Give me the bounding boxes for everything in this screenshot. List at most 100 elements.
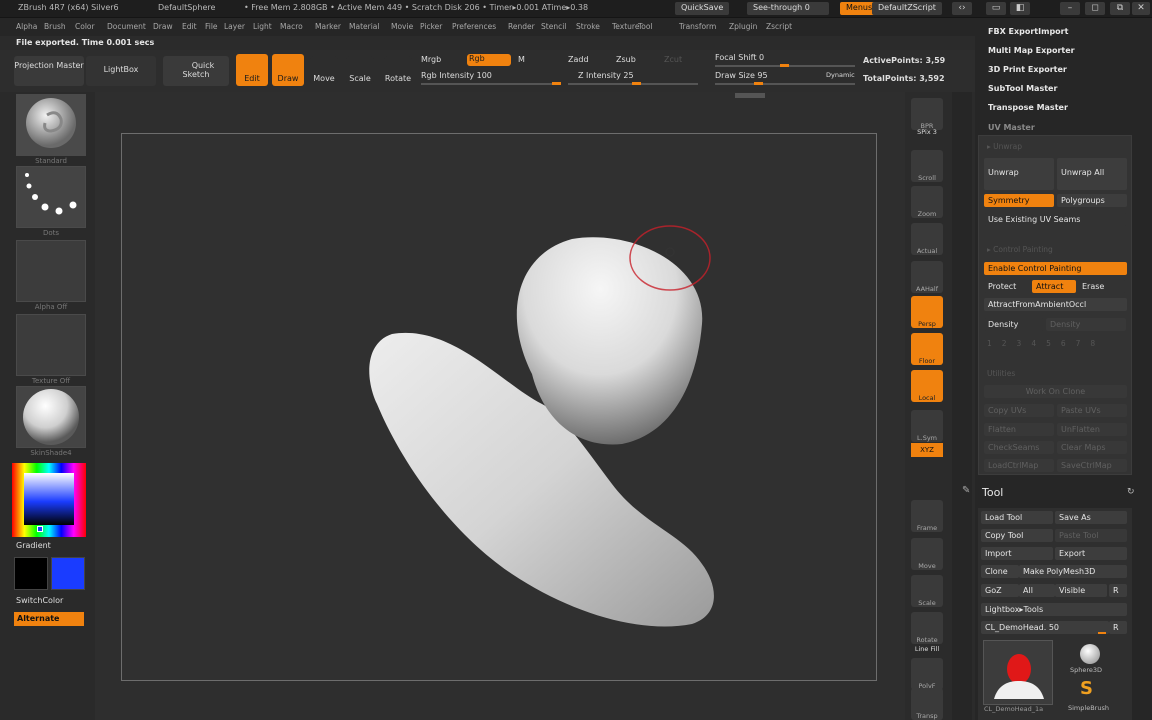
scale-button[interactable]: Scale bbox=[346, 56, 374, 84]
brush-thumbnail[interactable] bbox=[16, 94, 86, 156]
texture-thumbnail[interactable] bbox=[16, 314, 86, 376]
line-fill-toggle[interactable]: Line Fill bbox=[906, 645, 948, 653]
alpha-thumbnail[interactable] bbox=[16, 240, 86, 302]
attract-from-ao-button[interactable]: AttractFromAmbientOccl bbox=[984, 298, 1127, 311]
sphere3d-icon[interactable] bbox=[1080, 644, 1100, 664]
default-script-button[interactable]: DefaultZScript bbox=[872, 2, 942, 15]
menu-tool[interactable]: Tool bbox=[638, 22, 653, 31]
unflatten-button[interactable]: UnFlatten bbox=[1057, 423, 1127, 436]
menu-macro[interactable]: Macro bbox=[280, 22, 303, 31]
unwrap-button[interactable]: Unwrap bbox=[984, 158, 1054, 190]
restore-icon[interactable]: ◻ bbox=[1085, 2, 1105, 15]
draw-size-slider[interactable]: Draw Size 95 bbox=[715, 71, 768, 80]
paste-uvs-button[interactable]: Paste UVs bbox=[1057, 404, 1127, 417]
polygroups-toggle[interactable]: Polygroups bbox=[1057, 194, 1127, 207]
focal-shift-slider[interactable]: Focal Shift 0 bbox=[715, 53, 764, 62]
save-as-button[interactable]: Save As bbox=[1055, 511, 1127, 524]
quick-sketch-button[interactable]: Quick Sketch bbox=[163, 56, 229, 86]
see-through-slider[interactable]: See-through 0 bbox=[747, 2, 829, 15]
plugin-subtool-master[interactable]: SubTool Master bbox=[988, 84, 1057, 93]
switch-color-button[interactable]: SwitchColor bbox=[16, 596, 63, 605]
current-tool-r-button[interactable]: R bbox=[1109, 621, 1127, 634]
paste-tool-button[interactable]: Paste Tool bbox=[1055, 529, 1127, 542]
plugin-uv-master[interactable]: UV Master bbox=[988, 123, 1035, 132]
enable-control-painting-toggle[interactable]: Enable Control Painting bbox=[984, 262, 1127, 275]
menu-movie[interactable]: Movie bbox=[391, 22, 413, 31]
xyz-rotate-toggle[interactable]: XYZ bbox=[911, 443, 943, 457]
menu-light[interactable]: Light bbox=[253, 22, 272, 31]
zsub-toggle[interactable]: Zsub bbox=[616, 55, 636, 64]
attract-button[interactable]: Attract bbox=[1032, 280, 1076, 293]
check-seams-button[interactable]: CheckSeams bbox=[984, 441, 1054, 454]
tool-palette-title[interactable]: Tool bbox=[982, 486, 1003, 499]
unwrap-all-button[interactable]: Unwrap All bbox=[1057, 158, 1127, 190]
plugin-3d-print-exporter[interactable]: 3D Print Exporter bbox=[988, 65, 1067, 74]
minimize-icon[interactable]: – bbox=[1060, 2, 1080, 15]
dynamic-toggle[interactable]: Dynamic bbox=[826, 71, 855, 79]
color-saturation-square[interactable] bbox=[24, 473, 74, 525]
simplebrush-icon[interactable]: S bbox=[1080, 678, 1093, 699]
right-tray-divider[interactable] bbox=[952, 92, 972, 720]
menu-preferences[interactable]: Preferences bbox=[452, 22, 496, 31]
density-presets[interactable]: 12345678 bbox=[987, 339, 1105, 348]
menu-file[interactable]: File bbox=[205, 22, 218, 31]
zcut-toggle[interactable]: Zcut bbox=[664, 55, 682, 64]
m-toggle[interactable]: M bbox=[518, 55, 525, 64]
work-on-clone-button[interactable]: Work On Clone bbox=[984, 385, 1127, 398]
secondary-color-swatch[interactable] bbox=[51, 557, 85, 590]
export-button[interactable]: Export bbox=[1055, 547, 1127, 560]
lightbox-button[interactable]: LightBox bbox=[86, 56, 156, 86]
projection-master-button[interactable]: Projection Master bbox=[14, 56, 84, 86]
load-ctrl-map-button[interactable]: LoadCtrlMap bbox=[984, 459, 1054, 472]
menu-marker[interactable]: Marker bbox=[315, 22, 341, 31]
layout-icon[interactable]: ◧ bbox=[1010, 2, 1030, 15]
goz-visible-button[interactable]: Visible bbox=[1055, 584, 1107, 597]
document-canvas[interactable] bbox=[121, 133, 877, 681]
edit-button[interactable]: Edit bbox=[236, 54, 268, 86]
nav-arrows-icon[interactable]: ‹› bbox=[952, 2, 972, 15]
palette-toggle-icon[interactable]: ▭ bbox=[986, 2, 1006, 15]
menu-zscript[interactable]: Zscript bbox=[766, 22, 792, 31]
import-button[interactable]: Import bbox=[981, 547, 1053, 560]
primary-color-swatch[interactable] bbox=[14, 557, 48, 590]
demo-head-thumbnail[interactable] bbox=[983, 640, 1053, 705]
menu-picker[interactable]: Picker bbox=[420, 22, 442, 31]
use-existing-seams-toggle[interactable]: Use Existing UV Seams bbox=[984, 213, 1127, 226]
menu-brush[interactable]: Brush bbox=[44, 22, 66, 31]
canvas-scroll-handle[interactable] bbox=[735, 93, 765, 98]
copy-uvs-button[interactable]: Copy UVs bbox=[984, 404, 1054, 417]
refresh-icon[interactable]: ↻ bbox=[1127, 487, 1135, 497]
spix-slider[interactable]: SPix 3 bbox=[906, 128, 948, 136]
stroke-thumbnail[interactable] bbox=[16, 166, 86, 228]
menu-draw[interactable]: Draw bbox=[153, 22, 173, 31]
plugin-transpose-master[interactable]: Transpose Master bbox=[988, 103, 1068, 112]
draw-button[interactable]: Draw bbox=[272, 54, 304, 86]
maximize-icon[interactable]: ⧉ bbox=[1110, 2, 1130, 15]
z-intensity-slider[interactable]: Z Intensity 25 bbox=[578, 71, 634, 80]
plugin-fbx-exportimport[interactable]: FBX ExportImport bbox=[988, 27, 1068, 36]
make-polymesh-button[interactable]: Make PolyMesh3D bbox=[1019, 565, 1127, 578]
menu-document[interactable]: Document bbox=[107, 22, 146, 31]
menu-color[interactable]: Color bbox=[75, 22, 95, 31]
goz-r-button[interactable]: R bbox=[1109, 584, 1127, 597]
goz-all-button[interactable]: All bbox=[1019, 584, 1055, 597]
current-tool-slider[interactable]: CL_DemoHead. 50 bbox=[981, 621, 1109, 634]
density-slider[interactable]: Density bbox=[1046, 318, 1126, 331]
rgb-intensity-slider[interactable]: Rgb Intensity 100 bbox=[421, 71, 492, 80]
alternate-toggle[interactable]: Alternate bbox=[14, 612, 84, 626]
close-icon[interactable]: ✕ bbox=[1132, 2, 1150, 15]
rotate-button[interactable]: Rotate bbox=[384, 56, 412, 84]
erase-button[interactable]: Erase bbox=[1078, 280, 1126, 293]
gradient-toggle[interactable]: Gradient bbox=[16, 541, 51, 550]
save-ctrl-map-button[interactable]: SaveCtrlMap bbox=[1057, 459, 1127, 472]
menu-alpha[interactable]: Alpha bbox=[16, 22, 37, 31]
menu-layer[interactable]: Layer bbox=[224, 22, 245, 31]
menu-stroke[interactable]: Stroke bbox=[576, 22, 600, 31]
rgb-toggle[interactable]: Rgb bbox=[467, 54, 511, 66]
color-picker[interactable] bbox=[12, 463, 86, 537]
material-thumbnail[interactable] bbox=[16, 386, 86, 448]
goz-button[interactable]: GoZ bbox=[981, 584, 1019, 597]
menu-stencil[interactable]: Stencil bbox=[541, 22, 566, 31]
flatten-button[interactable]: Flatten bbox=[984, 423, 1054, 436]
menu-material[interactable]: Material bbox=[349, 22, 379, 31]
